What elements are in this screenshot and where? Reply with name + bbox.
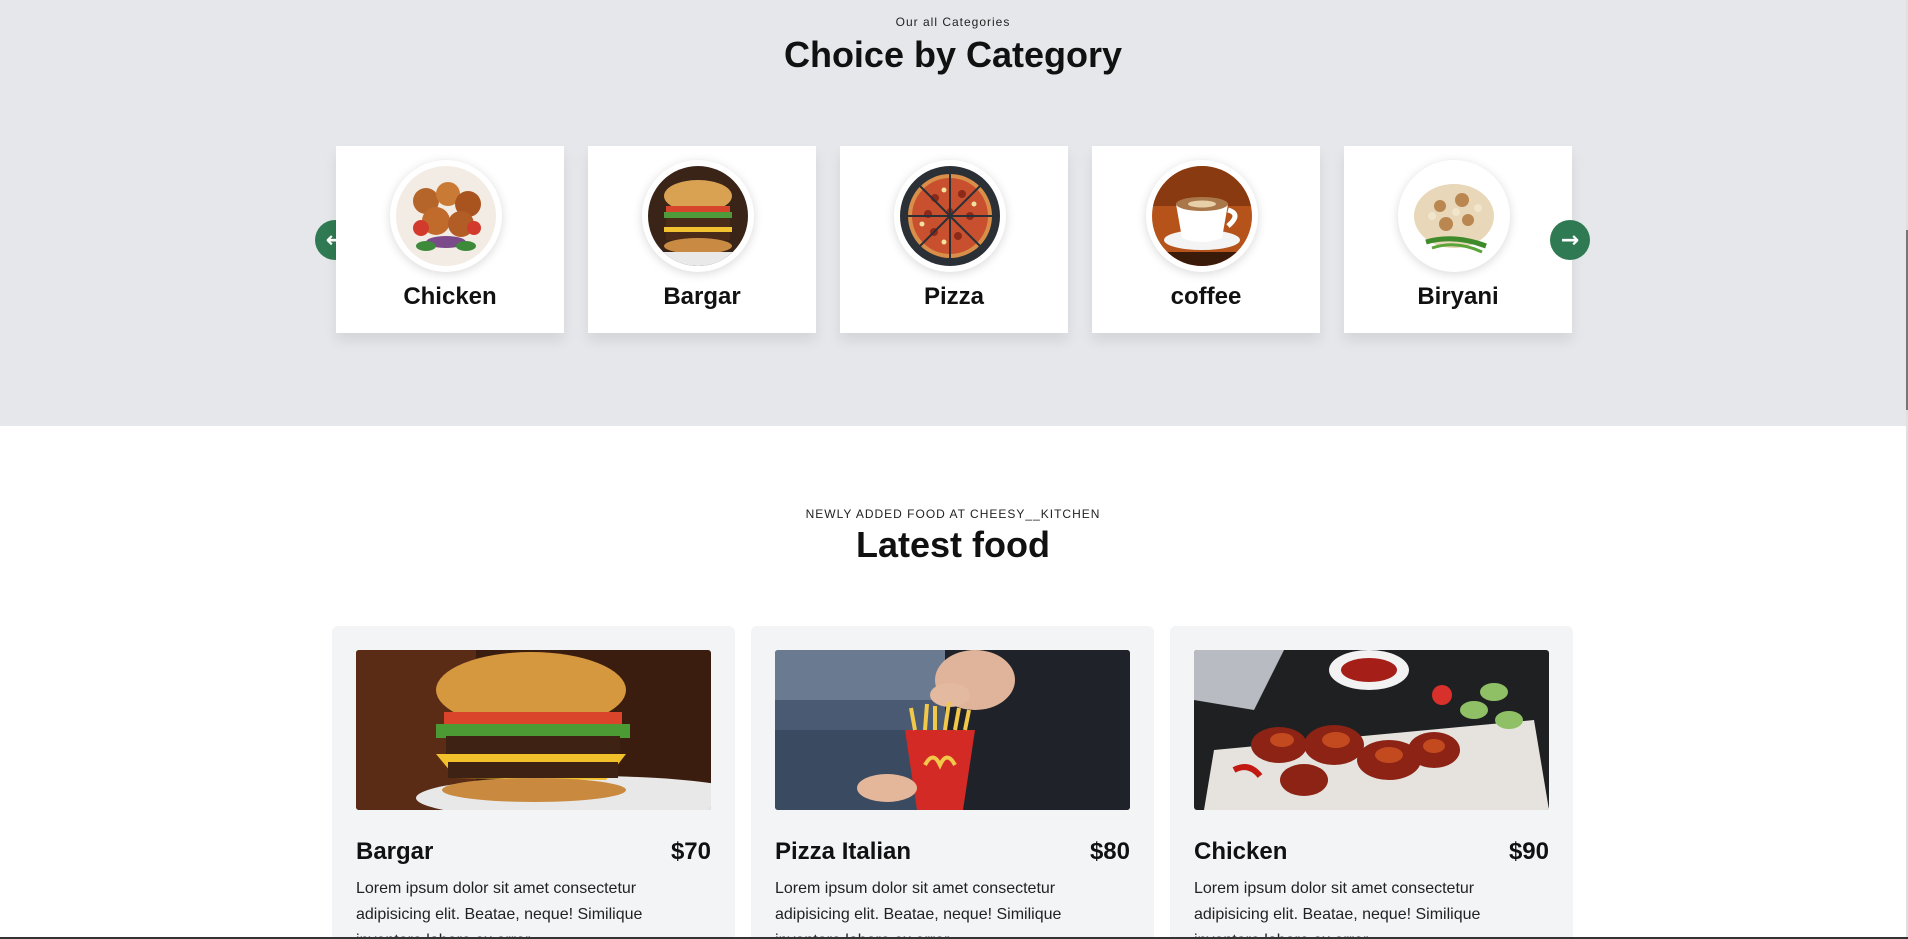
categories-title: Choice by Category	[783, 34, 1123, 75]
page: Our all Categories Choice by Category ←	[0, 0, 1908, 939]
food-price: $80	[1089, 838, 1130, 865]
fries-photo	[775, 650, 1130, 810]
food-price: $70	[670, 838, 711, 865]
chicken-wings-photo	[1194, 650, 1549, 810]
coffee-image	[1146, 160, 1258, 272]
chicken-image	[390, 160, 502, 272]
food-price: $90	[1508, 838, 1549, 865]
categories-section: Our all Categories Choice by Category ←	[0, 0, 1906, 426]
category-card-biryani[interactable]: Biryani	[1344, 146, 1572, 333]
food-name: Pizza Italian	[775, 838, 912, 865]
food-name: Bargar	[356, 838, 434, 865]
food-title-row: Bargar $70	[356, 838, 711, 866]
food-title-row: Pizza Italian $80	[775, 838, 1130, 866]
category-label: coffee	[1170, 283, 1242, 310]
arrow-right-icon: →	[1560, 227, 1580, 253]
category-label: Pizza	[923, 283, 985, 310]
food-name: Chicken	[1194, 838, 1288, 865]
biryani-image	[1398, 160, 1510, 272]
category-card-pizza[interactable]: Pizza	[840, 146, 1068, 333]
food-card-pizza-italian[interactable]: Pizza Italian $80 Lorem ipsum dolor sit …	[751, 626, 1154, 939]
latest-eyebrow: NEWLY ADDED FOOD AT CHEESY__KITCHEN	[805, 507, 1101, 521]
burger-photo	[356, 650, 711, 810]
food-card-bargar[interactable]: Bargar $70 Lorem ipsum dolor sit amet co…	[332, 626, 735, 939]
category-card-bargar[interactable]: Bargar	[588, 146, 816, 333]
category-label: Biryani	[1417, 283, 1499, 310]
food-description: Lorem ipsum dolor sit amet consectetur a…	[1194, 880, 1481, 939]
category-card-coffee[interactable]: coffee	[1092, 146, 1320, 333]
category-label: Bargar	[663, 283, 741, 310]
pizza-image	[894, 160, 1006, 272]
latest-title: Latest food	[856, 524, 1050, 565]
food-description: Lorem ipsum dolor sit amet consectetur a…	[356, 880, 643, 939]
category-label: Chicken	[403, 283, 497, 310]
burger-image	[642, 160, 754, 272]
carousel-next-button[interactable]: →	[1550, 220, 1590, 260]
category-card-chicken[interactable]: Chicken	[336, 146, 564, 333]
food-description: Lorem ipsum dolor sit amet consectetur a…	[775, 880, 1062, 939]
categories-eyebrow: Our all Categories	[895, 15, 1011, 29]
food-card-chicken[interactable]: Chicken $90 Lorem ipsum dolor sit amet c…	[1170, 626, 1573, 939]
food-title-row: Chicken $90	[1194, 838, 1549, 866]
